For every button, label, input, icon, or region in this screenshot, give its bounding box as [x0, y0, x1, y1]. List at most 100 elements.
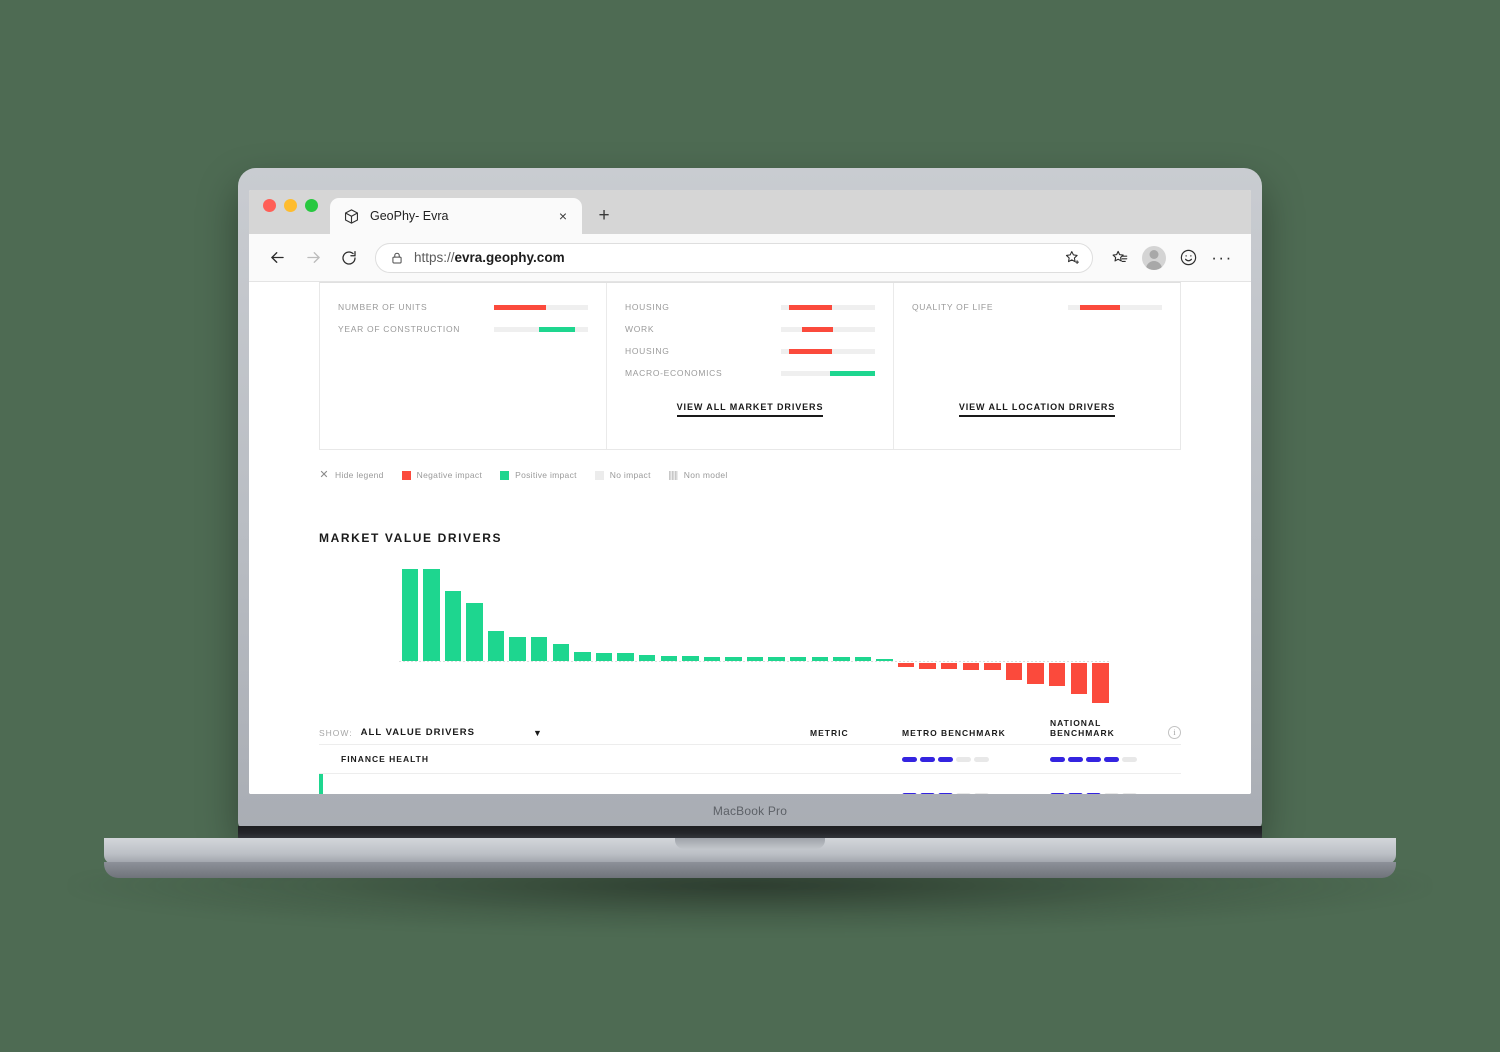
driver-impact-fill — [801, 326, 833, 332]
chart-bar-slot[interactable] — [744, 565, 766, 705]
column-header-metric: METRIC — [810, 728, 849, 738]
chart-bar-slot[interactable] — [572, 565, 594, 705]
chart-bar-slot[interactable] — [1025, 565, 1047, 705]
chart-bar-slot[interactable] — [701, 565, 723, 705]
chart-bar-slot[interactable] — [787, 565, 809, 705]
chart-bar-positive — [595, 652, 613, 661]
legend-label: Non model — [683, 470, 728, 480]
legend-swatch-positive — [500, 470, 510, 480]
smiley-icon[interactable] — [1173, 243, 1203, 273]
chart-bar-slot[interactable] — [593, 565, 615, 705]
chart-bar-positive — [725, 657, 742, 661]
forward-button[interactable] — [297, 242, 329, 274]
chart-bar-slot[interactable] — [1090, 565, 1112, 705]
driver-impact-fill — [1080, 304, 1120, 310]
chart-bar-slot[interactable] — [528, 565, 550, 705]
chart-bar-slot[interactable] — [982, 565, 1004, 705]
driver-row[interactable]: WORK — [625, 319, 875, 339]
legend-item-no-impact: No impact — [594, 470, 651, 480]
chart-bar-slot[interactable] — [464, 565, 486, 705]
chart-bar-slot[interactable] — [938, 565, 960, 705]
driver-label: HOUSING — [625, 302, 670, 312]
chart-bar-negative — [919, 663, 936, 669]
chart-bar-positive — [811, 657, 828, 661]
chart-bar-slot[interactable] — [636, 565, 658, 705]
chart-bar-slot[interactable] — [421, 565, 443, 705]
browser-tab-strip: GeoPhy- Evra × + — [249, 190, 1251, 234]
driver-row[interactable]: HOUSING — [625, 341, 875, 361]
reload-button[interactable] — [333, 242, 365, 274]
show-filter-value[interactable]: ALL VALUE DRIVERS — [361, 727, 475, 738]
chart-bar-slot[interactable] — [831, 565, 853, 705]
chart-bar-slot[interactable] — [680, 565, 702, 705]
chart-bar-slot[interactable] — [485, 565, 507, 705]
minimize-window-button[interactable] — [284, 199, 297, 212]
chart-bar-slot[interactable] — [399, 565, 421, 705]
chart-bar-slot[interactable] — [960, 565, 982, 705]
driver-row[interactable]: MACRO-ECONOMICS — [625, 363, 875, 383]
view-all-market-drivers-link[interactable]: VIEW ALL MARKET DRIVERS — [676, 402, 824, 417]
maximize-window-button[interactable] — [305, 199, 318, 212]
collections-icon[interactable] — [1105, 243, 1135, 273]
group-metro-benchmark — [902, 756, 1050, 762]
chart-bar-slot[interactable] — [874, 565, 896, 705]
driver-label: MACRO-ECONOMICS — [625, 368, 723, 378]
hide-legend-button[interactable]: ✕ Hide legend — [319, 469, 384, 481]
chart-bar-slot[interactable] — [1068, 565, 1090, 705]
view-all-location-drivers-link[interactable]: VIEW ALL LOCATION DRIVERS — [958, 402, 1116, 417]
driver-row[interactable]: NUMBER OF UNITS — [338, 297, 588, 317]
ellipsis-menu-icon[interactable]: ··· — [1207, 243, 1237, 273]
address-bar[interactable]: https://evra.geophy.com — [375, 242, 1093, 273]
browser-tab-active[interactable]: GeoPhy- Evra × — [330, 198, 582, 234]
chart-bar-positive — [509, 637, 526, 661]
benchmark-dash-filled — [1086, 756, 1101, 762]
driver-row[interactable]: HOUSING — [625, 297, 875, 317]
benchmark-dash-filled — [902, 756, 917, 762]
driver-impact-fill — [788, 304, 832, 310]
close-icon[interactable]: × — [554, 207, 572, 225]
chart-bar-negative — [1070, 663, 1087, 695]
driver-label: NUMBER OF UNITS — [338, 302, 428, 312]
chart-bar-slot[interactable] — [1046, 565, 1068, 705]
chart-bar-slot[interactable] — [766, 565, 788, 705]
column-header-national-benchmark: NATIONAL BENCHMARK — [1050, 718, 1115, 738]
chart-bar-negative — [1092, 663, 1109, 703]
chart-bar-positive — [617, 652, 634, 661]
chart-bar-positive — [487, 630, 505, 661]
chart-bar-positive — [703, 657, 721, 661]
benchmark-dash-filled — [938, 756, 953, 762]
chart-bar-positive — [660, 656, 677, 661]
chart-bar-slot[interactable] — [809, 565, 831, 705]
table-row[interactable]: Distance to closest yoga studio 0.1 mi M… — [319, 774, 1181, 794]
info-icon[interactable]: i — [1168, 726, 1181, 739]
chart-bar-slot[interactable] — [442, 565, 464, 705]
chart-bar-slot[interactable] — [895, 565, 917, 705]
laptop-deck — [104, 838, 1396, 864]
chart-bar-slot[interactable] — [507, 565, 529, 705]
chart-bar-slot[interactable] — [615, 565, 637, 705]
driver-impact-fill — [789, 348, 832, 354]
summary-column-location: QUALITY OF LIFE VIEW ALL LOCATION DRIVER… — [893, 283, 1180, 449]
value-drivers-summary-card: NUMBER OF UNITS YEAR OF CONSTRUCTION HOU… — [319, 282, 1181, 450]
chart-bar-slot[interactable] — [658, 565, 680, 705]
driver-impact-fill — [829, 370, 875, 376]
section-title: MARKET VALUE DRIVERS — [319, 531, 503, 545]
legend-label: No impact — [609, 470, 651, 480]
chart-bar-slot[interactable] — [550, 565, 572, 705]
benchmark-dash-filled — [1068, 756, 1083, 762]
table-column-headers: METRIC METRO BENCHMARK NATIONAL BENCHMAR… — [810, 718, 1181, 739]
driver-row[interactable]: YEAR OF CONSTRUCTION — [338, 319, 588, 339]
chart-bar-slot[interactable] — [1003, 565, 1025, 705]
chevron-down-icon[interactable]: ▼ — [533, 729, 542, 738]
driver-row[interactable]: QUALITY OF LIFE — [912, 297, 1162, 317]
chart-bar-slot[interactable] — [917, 565, 939, 705]
legend-swatch-non-model — [668, 470, 678, 480]
add-favorite-star-icon[interactable] — [1060, 246, 1084, 270]
back-button[interactable] — [261, 242, 293, 274]
chart-legend: ✕ Hide legend Negative impact Positive i… — [319, 467, 1181, 483]
profile-avatar-icon[interactable] — [1139, 243, 1169, 273]
chart-bar-slot[interactable] — [723, 565, 745, 705]
new-tab-button[interactable]: + — [592, 203, 616, 227]
close-window-button[interactable] — [263, 199, 276, 212]
chart-bar-slot[interactable] — [852, 565, 874, 705]
